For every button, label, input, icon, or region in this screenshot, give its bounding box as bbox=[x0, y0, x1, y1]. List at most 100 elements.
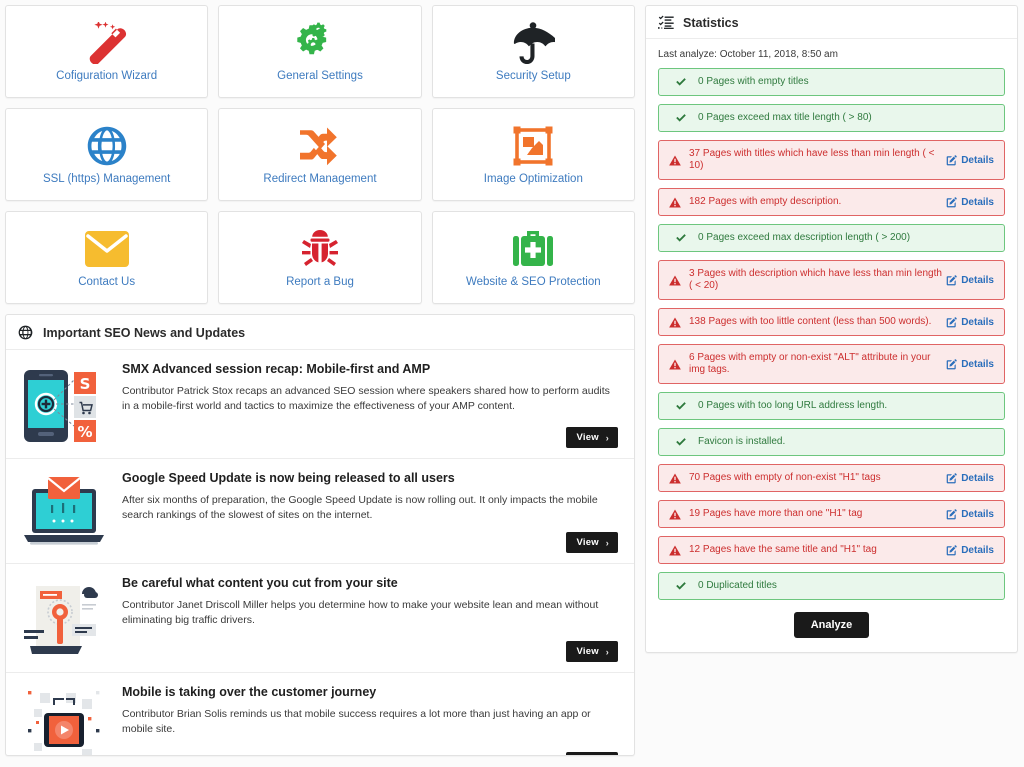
details-link[interactable]: Details bbox=[946, 473, 994, 484]
feature-tile-image-optimization[interactable]: Image Optimization bbox=[431, 108, 635, 201]
details-label: Details bbox=[961, 274, 994, 286]
check-icon bbox=[675, 76, 687, 88]
seo-news-panel: Important SEO News and Updates S % SMX A… bbox=[5, 314, 635, 756]
envelope-icon bbox=[84, 226, 129, 272]
news-item-description: Contributor Janet Driscoll Miller helps … bbox=[122, 598, 599, 626]
news-item-body: Google Speed Update is now being release… bbox=[122, 471, 622, 553]
feature-tile-report-a-bug[interactable]: Report a Bug bbox=[218, 211, 422, 304]
statistic-row: 70 Pages with empty of non-exist "H1" ta… bbox=[658, 464, 1005, 492]
statistic-row: 0 Pages exceed max description length ( … bbox=[658, 224, 1005, 252]
statistic-row-text: 0 Pages with too long URL address length… bbox=[698, 400, 888, 411]
news-item-description: Contributor Patrick Stox recaps an advan… bbox=[122, 384, 610, 412]
edit-square-icon bbox=[946, 196, 957, 208]
news-view-button[interactable]: View› bbox=[565, 532, 618, 553]
chevron-right-icon: › bbox=[605, 646, 609, 657]
statistic-row-text: 0 Duplicated titles bbox=[698, 580, 777, 591]
feature-tile-label: General Settings bbox=[277, 69, 363, 82]
feature-tile-ssl-https-management[interactable]: SSL (https) Management bbox=[5, 108, 209, 201]
feature-tile-label: Redirect Management bbox=[263, 172, 377, 185]
news-item-description: Contributor Brian Solis reminds us that … bbox=[122, 707, 591, 735]
mobile-video-illustration bbox=[18, 685, 110, 755]
feature-tile-website-seo-protection[interactable]: Website & SEO Protection bbox=[431, 211, 635, 304]
news-item-title[interactable]: SMX Advanced session recap: Mobile-first… bbox=[122, 362, 618, 378]
feature-tile-general-settings[interactable]: General Settings bbox=[218, 5, 422, 98]
statistic-row-text: 12 Pages have the same title and "H1" ta… bbox=[689, 544, 877, 555]
first-aid-kit-icon bbox=[513, 226, 554, 272]
statistic-row: 0 Pages with too long URL address length… bbox=[658, 392, 1005, 420]
statistic-row-text: 70 Pages with empty of non-exist "H1" ta… bbox=[689, 472, 881, 483]
statistic-row: 6 Pages with empty or non-exist "ALT" at… bbox=[658, 344, 1005, 384]
statistics-panel: Statistics Last analyze: October 11, 201… bbox=[645, 5, 1018, 653]
shuffle-arrows-icon bbox=[298, 123, 342, 169]
news-item-title[interactable]: Google Speed Update is now being release… bbox=[122, 471, 618, 487]
check-icon bbox=[675, 112, 687, 124]
check-icon bbox=[675, 436, 687, 448]
details-link[interactable]: Details bbox=[946, 317, 994, 328]
feature-tile-cofiguration-wizard[interactable]: Cofiguration Wizard bbox=[5, 5, 209, 98]
statistic-row-text: 0 Pages exceed max title length ( > 80) bbox=[698, 112, 872, 123]
news-item-body: Mobile is taking over the customer journ… bbox=[122, 685, 622, 755]
feature-tile-redirect-management[interactable]: Redirect Management bbox=[218, 108, 422, 201]
check-icon bbox=[675, 580, 687, 592]
warning-triangle-icon bbox=[669, 545, 681, 556]
details-link[interactable]: Details bbox=[946, 197, 994, 208]
feature-tiles-grid: Cofiguration Wizard General Settings Sec… bbox=[0, 0, 640, 309]
edit-square-icon bbox=[946, 508, 957, 520]
news-view-button[interactable]: View › bbox=[565, 641, 618, 662]
check-icon bbox=[675, 232, 687, 244]
globe-icon bbox=[18, 325, 33, 340]
warning-triangle-icon bbox=[669, 473, 681, 484]
news-view-button[interactable]: View› bbox=[565, 427, 618, 448]
statistic-row-text: 182 Pages with empty description. bbox=[689, 196, 842, 207]
analyze-button[interactable]: Analyze bbox=[793, 612, 870, 638]
statistics-title: Statistics bbox=[683, 15, 739, 30]
news-item: Be careful what content you cut from you… bbox=[6, 564, 634, 673]
svg-text:%: % bbox=[77, 423, 92, 441]
news-view-label: View bbox=[576, 646, 599, 657]
tasks-checklist-icon bbox=[658, 15, 674, 30]
details-link[interactable]: Details bbox=[946, 359, 994, 370]
news-item: Google Speed Update is now being release… bbox=[6, 459, 634, 564]
statistics-header: Statistics bbox=[646, 6, 1017, 39]
feature-tile-label: Cofiguration Wizard bbox=[56, 69, 158, 82]
warning-triangle-icon bbox=[669, 197, 681, 208]
details-link[interactable]: Details bbox=[946, 275, 994, 286]
statistic-row: 138 Pages with too little content (less … bbox=[658, 308, 1005, 336]
umbrella-icon bbox=[511, 20, 556, 66]
details-link[interactable]: Details bbox=[946, 155, 994, 166]
details-link[interactable]: Details bbox=[946, 509, 994, 520]
warning-triangle-icon bbox=[669, 155, 681, 166]
statistic-row: 37 Pages with titles which have less tha… bbox=[658, 140, 1005, 180]
analyze-button-wrap: Analyze bbox=[646, 608, 1017, 644]
feature-tile-label: Image Optimization bbox=[483, 172, 583, 185]
chevron-right-icon: › bbox=[605, 432, 609, 443]
mobile-commerce-illustration: S % bbox=[18, 362, 110, 448]
statistic-row: 0 Pages with empty titles bbox=[658, 68, 1005, 96]
feature-tile-contact-us[interactable]: Contact Us bbox=[5, 211, 209, 304]
warning-triangle-icon bbox=[669, 509, 681, 520]
right-column: Statistics Last analyze: October 11, 201… bbox=[640, 0, 1024, 767]
news-item-description: After six months of preparation, the Goo… bbox=[122, 493, 598, 521]
news-view-button[interactable]: View› bbox=[565, 752, 618, 755]
gears-icon bbox=[296, 20, 344, 66]
svg-text:S: S bbox=[80, 375, 91, 393]
statistic-row: 19 Pages have more than one "H1" tag Det… bbox=[658, 500, 1005, 528]
statistic-row-text: 0 Pages with empty titles bbox=[698, 76, 809, 87]
statistic-row-text: 138 Pages with too little content (less … bbox=[689, 316, 932, 327]
magic-wand-icon bbox=[84, 20, 130, 66]
news-item-title[interactable]: Be careful what content you cut from you… bbox=[122, 576, 618, 592]
document-magnifier-illustration bbox=[18, 576, 110, 662]
statistic-row: 0 Duplicated titles bbox=[658, 572, 1005, 600]
statistics-rows: 0 Pages with empty titles 0 Pages exceed… bbox=[646, 68, 1017, 600]
seo-news-header: Important SEO News and Updates bbox=[6, 315, 634, 350]
edit-square-icon bbox=[946, 316, 957, 328]
news-item-title[interactable]: Mobile is taking over the customer journ… bbox=[122, 685, 618, 701]
details-link[interactable]: Details bbox=[946, 545, 994, 556]
feature-tile-security-setup[interactable]: Security Setup bbox=[431, 5, 635, 98]
details-label: Details bbox=[961, 196, 994, 208]
globe-icon bbox=[86, 123, 128, 169]
news-item-body: Be careful what content you cut from you… bbox=[122, 576, 622, 662]
statistic-row: Favicon is installed. bbox=[658, 428, 1005, 456]
feature-tile-label: Website & SEO Protection bbox=[465, 275, 601, 288]
details-label: Details bbox=[961, 472, 994, 484]
